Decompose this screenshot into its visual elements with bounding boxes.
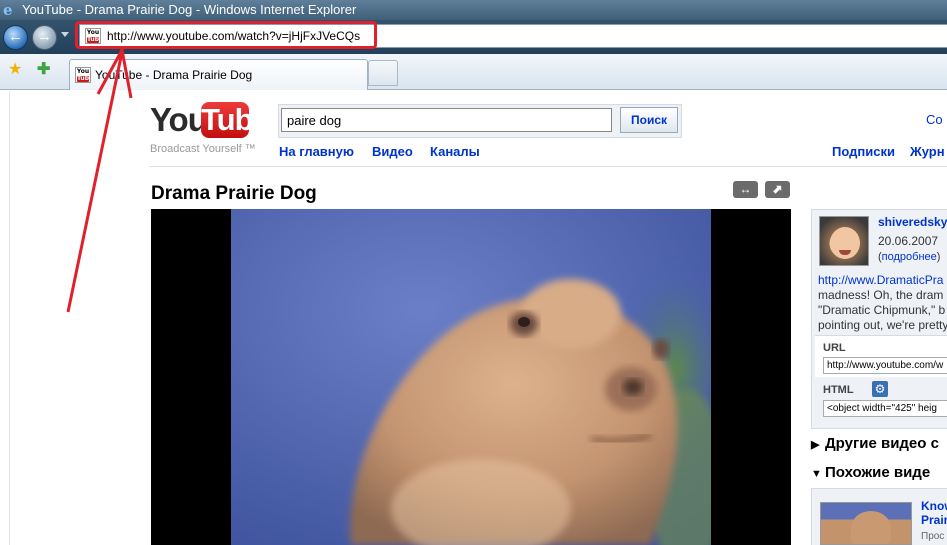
tab-youtube[interactable]: You Tube YouTube - Drama Prairie Dog	[69, 59, 368, 90]
uploader-name[interactable]: shiveredsky	[878, 215, 947, 229]
description-text: madness! Oh, the dram "Dramatic Chipmunk…	[818, 288, 947, 333]
back-arrow-icon: ←	[8, 28, 23, 45]
nav-home-link[interactable]: На главную	[279, 144, 354, 159]
back-button[interactable]: ←	[3, 25, 28, 50]
popout-player-button[interactable]: ⬈	[765, 181, 790, 198]
title-bar: e YouTube - Drama Prairie Dog - Windows …	[0, 0, 947, 20]
favicon-text-tube: Tube	[77, 75, 90, 82]
youtube-favicon-icon: You Tube	[75, 67, 91, 83]
tab-label: YouTube - Drama Prairie Dog	[95, 68, 253, 82]
expand-arrow-icon: ▶	[811, 439, 820, 451]
search-input[interactable]	[281, 108, 612, 132]
thumbnail-subject	[851, 511, 891, 544]
nav-subscriptions-link[interactable]: Подписки	[832, 144, 895, 159]
header-divider	[150, 166, 947, 167]
more-info: (подробнее)	[878, 251, 940, 263]
uploader-avatar[interactable]	[819, 216, 869, 266]
popout-icon: ⬈	[772, 182, 783, 196]
nav-video-link[interactable]: Видео	[372, 144, 413, 159]
browser-window: e YouTube - Drama Prairie Dog - Windows …	[0, 0, 947, 545]
forward-button[interactable]: →	[32, 25, 57, 50]
header-link-co[interactable]: Co	[926, 112, 943, 127]
internet-explorer-icon: e	[3, 1, 13, 19]
page-content: You Tube Broadcast Yourself ™ Поиск Co Н…	[0, 91, 947, 545]
collapse-arrow-icon: ▼	[811, 468, 822, 480]
logo-tube: Tube	[201, 102, 270, 138]
related-videos-section[interactable]: ▼ Похожие виде	[811, 464, 930, 481]
video-frame[interactable]	[231, 209, 711, 545]
expand-icon: ↔	[739, 182, 752, 196]
description-link[interactable]: http://www.DramaticPra	[818, 273, 943, 287]
other-videos-heading: Другие видео с	[825, 435, 939, 452]
add-favorites-icon[interactable]: ✚	[37, 61, 50, 79]
favorites-star-icon[interactable]: ★	[8, 61, 22, 79]
upload-date: 20.06.2007	[878, 234, 939, 248]
logo-you: You	[150, 101, 208, 138]
page-left-margin	[0, 91, 10, 545]
window-title: YouTube - Drama Prairie Dog - Windows In…	[22, 2, 357, 17]
nav-journal-link[interactable]: Журн	[910, 144, 945, 159]
related-video-title[interactable]: Know Prair	[921, 499, 947, 527]
other-videos-section[interactable]: ▶ Другие видео с	[811, 435, 939, 452]
new-tab-button[interactable]	[368, 60, 398, 86]
expand-player-button[interactable]: ↔	[733, 181, 758, 198]
embed-code-field[interactable]	[823, 400, 947, 417]
description-line: "Dramatic Chipmunk," b	[818, 303, 946, 317]
forward-arrow-icon: →	[37, 28, 52, 45]
video-title: Drama Prairie Dog	[151, 183, 317, 204]
video-player[interactable]	[151, 209, 791, 545]
prairie-dog-image	[231, 209, 711, 545]
related-videos-heading: Похожие виде	[825, 464, 931, 481]
related-title-line: Prair	[921, 513, 947, 527]
html-label: HTML	[823, 384, 854, 396]
related-video-views: Прос	[921, 531, 945, 542]
share-url-field[interactable]	[823, 357, 947, 374]
tab-bar: ★ ✚ You Tube YouTube - Drama Prairie Dog	[0, 54, 947, 90]
related-title-line: Know	[921, 499, 947, 513]
description-line: pointing out, we're pretty	[818, 318, 947, 332]
url-highlight-annotation	[75, 21, 377, 49]
embed-settings-gear-icon[interactable]: ⚙	[872, 381, 888, 397]
description-line: madness! Oh, the dram	[818, 288, 944, 302]
nav-channels-link[interactable]: Каналы	[430, 144, 480, 159]
logo-tagline: Broadcast Yourself ™	[150, 143, 256, 155]
more-suffix: )	[936, 251, 941, 263]
search-button[interactable]: Поиск	[620, 107, 678, 133]
recent-pages-dropdown-icon[interactable]	[61, 32, 69, 37]
url-label: URL	[823, 342, 846, 354]
more-info-link[interactable]: подробнее	[882, 251, 937, 263]
related-video-thumbnail[interactable]	[820, 502, 912, 545]
